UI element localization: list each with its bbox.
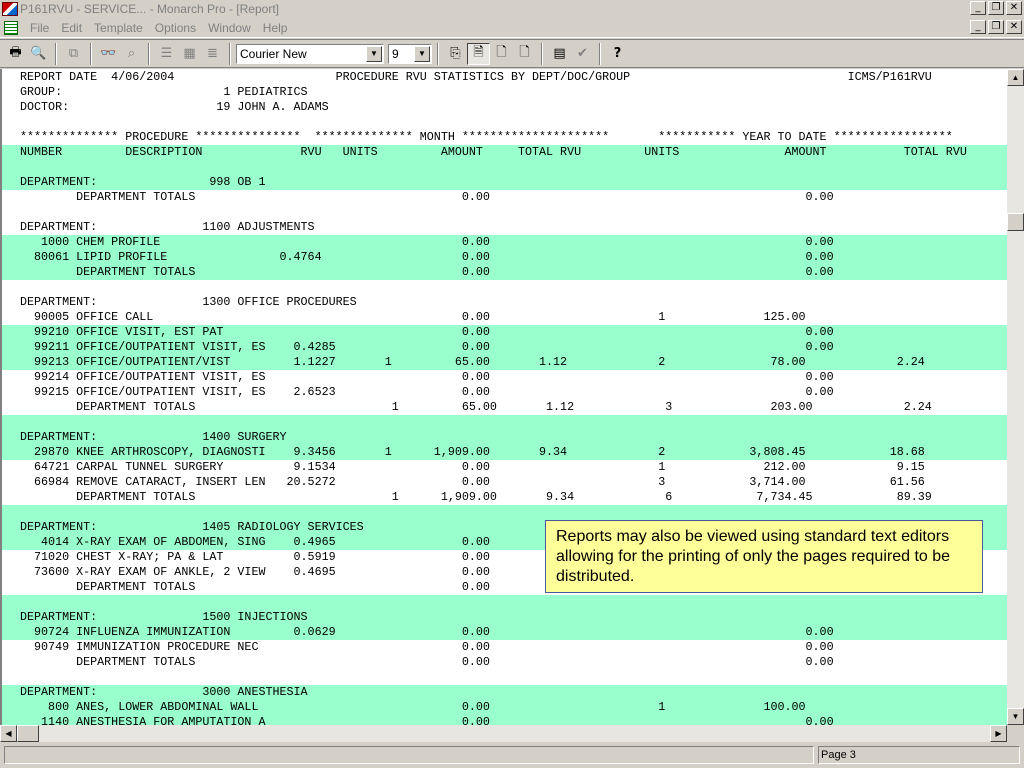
close-button[interactable]: ✕ <box>1006 1 1022 15</box>
report-line <box>20 280 1007 295</box>
app-icon[interactable] <box>2 2 18 16</box>
report-line <box>20 595 1007 610</box>
report-line: DEPARTMENT: 1400 SURGERY <box>20 430 287 444</box>
previous-page-icon[interactable]: 🗋 <box>490 43 513 65</box>
report-line <box>20 415 1007 430</box>
document-icon[interactable] <box>4 20 18 35</box>
minimize-button[interactable]: _ <box>970 1 986 15</box>
report-line: 99211 OFFICE/OUTPATIENT VISIT, ES 0.4285… <box>20 340 834 354</box>
scroll-up-icon[interactable]: ▲ <box>1007 69 1024 86</box>
report-line: DEPARTMENT: 1100 ADJUSTMENTS <box>20 220 315 234</box>
report-line: 90005 OFFICE CALL 0.00 1 125.00 <box>20 310 806 324</box>
report-line <box>20 160 1007 175</box>
report-line: 64721 CARPAL TUNNEL SURGERY 9.1534 0.00 … <box>20 460 925 474</box>
horizontal-scroll-thumb[interactable] <box>17 725 39 742</box>
report-line: DEPARTMENT: 3000 ANESTHESIA <box>20 685 308 699</box>
report-icon[interactable]: ⎘ <box>444 43 467 65</box>
table-icon[interactable]: ▤ <box>548 43 571 65</box>
help-icon[interactable]: ? <box>606 43 629 65</box>
font-size-select[interactable]: 9 ▼ <box>388 43 432 64</box>
copy-icon[interactable]: ⧉ <box>62 43 85 65</box>
report-line: REPORT DATE 4/06/2004 PROCEDURE RVU STAT… <box>20 70 932 84</box>
scroll-left-icon[interactable]: ◀ <box>0 725 17 742</box>
page-view-icon[interactable]: 🗎 <box>467 42 490 65</box>
report-line <box>20 670 1007 685</box>
vertical-scrollbar[interactable]: ▲ ▼ <box>1007 69 1024 725</box>
report-line: NUMBER DESCRIPTION RVU UNITS AMOUNT TOTA… <box>20 145 967 159</box>
chevron-down-icon[interactable]: ▼ <box>414 45 430 62</box>
report-line: 99215 OFFICE/OUTPATIENT VISIT, ES 2.6523… <box>20 385 834 399</box>
report-line <box>20 205 1007 220</box>
menu-bar: File Edit Template Options Window Help _… <box>0 18 1024 38</box>
chevron-down-icon[interactable]: ▼ <box>366 45 382 62</box>
title-bar: P161RVU - SERVICE... - Monarch Pro - [Re… <box>0 0 1024 18</box>
report-line: 800 ANES, LOWER ABDOMINAL WALL 0.00 1 10… <box>20 700 806 714</box>
report-line: DOCTOR: 19 JOHN A. ADAMS <box>20 100 329 114</box>
detail-view-icon[interactable]: ≣ <box>201 43 224 65</box>
report-line: 99210 OFFICE VISIT, EST PAT 0.00 0.00 <box>20 325 834 339</box>
vertical-scroll-thumb[interactable] <box>1007 213 1024 231</box>
report-line: 66984 REMOVE CATARACT, INSERT LEN 20.527… <box>20 475 925 489</box>
report-line: DEPARTMENT TOTALS 0.00 0.00 <box>20 190 834 204</box>
child-restore-button[interactable]: ❐ <box>988 20 1004 34</box>
child-minimize-button[interactable]: _ <box>970 20 986 34</box>
list-view-icon[interactable]: ☰ <box>155 43 178 65</box>
report-line: 80061 LIPID PROFILE 0.4764 0.00 0.00 <box>20 250 834 264</box>
report-line: DEPARTMENT: 1500 INJECTIONS <box>20 610 308 624</box>
report-viewer[interactable]: REPORT DATE 4/06/2004 PROCEDURE RVU STAT… <box>0 69 1007 725</box>
menu-file[interactable]: File <box>24 21 55 35</box>
font-name-select[interactable]: Courier New ▼ <box>236 43 384 64</box>
checkmark-icon[interactable]: ✔ <box>571 43 594 65</box>
grid-view-icon[interactable]: ▦ <box>178 43 201 65</box>
toolbar: 🖶 🔍 ⧉ 👓 ⌕ ☰ ▦ ≣ Courier New ▼ 9 ▼ ⎘ 🗎 🗋 … <box>0 39 1024 68</box>
report-line: DEPARTMENT TOTALS 0.00 0.00 <box>20 265 834 279</box>
report-line: 99214 OFFICE/OUTPATIENT VISIT, ES 0.00 0… <box>20 370 834 384</box>
report-line: DEPARTMENT: 1300 OFFICE PROCEDURES <box>20 295 357 309</box>
menu-help[interactable]: Help <box>257 21 294 35</box>
child-close-button[interactable]: ✕ <box>1006 20 1022 34</box>
menu-window[interactable]: Window <box>202 21 257 35</box>
find-icon[interactable]: 👓 <box>97 43 120 65</box>
report-line: 99213 OFFICE/OUTPATIENT/VIST 1.1227 1 65… <box>20 355 925 369</box>
menu-template[interactable]: Template <box>88 21 149 35</box>
menu-edit[interactable]: Edit <box>55 21 88 35</box>
status-page: Page 3 <box>818 746 1020 764</box>
scroll-right-icon[interactable]: ▶ <box>990 725 1007 742</box>
status-bar: Page 3 <box>0 744 1024 768</box>
report-line: 90749 IMMUNIZATION PROCEDURE NEC 0.00 0.… <box>20 640 834 654</box>
callout-note: Reports may also be viewed using standar… <box>545 520 983 593</box>
scroll-corner <box>1007 725 1024 742</box>
print-preview-icon[interactable]: 🔍 <box>27 43 50 65</box>
horizontal-scrollbar[interactable]: ◀ ▶ <box>0 725 1007 742</box>
print-icon[interactable]: 🖶 <box>4 43 27 65</box>
report-line: GROUP: 1 PEDIATRICS <box>20 85 308 99</box>
window-title: P161RVU - SERVICE... - Monarch Pro - [Re… <box>20 2 279 16</box>
report-line: DEPARTMENT TOTALS 0.00 0.00 <box>20 655 834 669</box>
scroll-down-icon[interactable]: ▼ <box>1007 708 1024 725</box>
report-line: DEPARTMENT TOTALS 1 65.00 1.12 3 203.00 … <box>20 400 932 414</box>
report-line: 29870 KNEE ARTHROSCOPY, DIAGNOSTI 9.3456… <box>20 445 925 459</box>
find-next-icon[interactable]: ⌕ <box>120 43 143 65</box>
report-line: 1140 ANESTHESIA FOR AMPUTATION A 0.00 0.… <box>20 715 834 725</box>
status-panel-main <box>4 746 814 764</box>
next-page-icon[interactable]: 🗋 <box>513 43 536 65</box>
report-line: ************** PROCEDURE ***************… <box>20 130 953 144</box>
callout-text: Reports may also be viewed using standar… <box>556 528 951 585</box>
report-line <box>20 115 1007 130</box>
report-line: DEPARTMENT TOTALS 1 1,909.00 9.34 6 7,73… <box>20 490 932 504</box>
report-line: 1000 CHEM PROFILE 0.00 0.00 <box>20 235 834 249</box>
restore-button[interactable]: ❐ <box>988 1 1004 15</box>
report-line <box>20 505 1007 520</box>
font-name-value: Courier New <box>240 46 307 61</box>
report-line: 90724 INFLUENZA IMMUNIZATION 0.0629 0.00… <box>20 625 834 639</box>
menu-options[interactable]: Options <box>149 21 202 35</box>
font-size-value: 9 <box>392 46 399 61</box>
report-line: DEPARTMENT: 998 OB 1 <box>20 175 266 189</box>
